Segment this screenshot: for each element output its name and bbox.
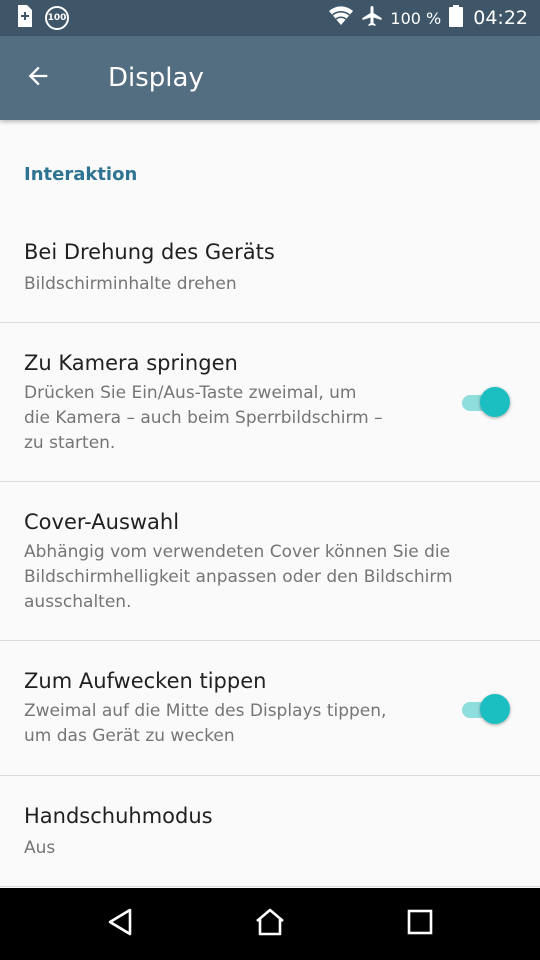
sim-plus-icon: [16, 5, 32, 31]
pref-item-tap-to-wake[interactable]: Zum Aufwecken tippen Zweimal auf die Mit…: [0, 641, 540, 775]
status-right-icons: 100 % 04:22: [328, 0, 528, 36]
pref-summary-line: die Kamera – auch beim Sperrbildschirm –: [24, 408, 383, 428]
pref-summary-line: Bildschirmhelligkeit anpassen oder den B…: [24, 567, 453, 587]
pref-title: Zu Kamera springen: [24, 351, 238, 375]
divider: [0, 886, 540, 887]
battery-100-badge-icon: 100: [44, 5, 70, 31]
pref-item-rotation[interactable]: Bei Drehung des Geräts Bildschirminhalte…: [0, 212, 540, 322]
navigation-bar: [0, 888, 540, 960]
pref-summary: Drücken Sie Ein/Aus-Taste zweimal, um di…: [24, 381, 434, 456]
battery-percent-text: 100 %: [390, 8, 442, 28]
arrow-back-icon: [24, 62, 52, 94]
status-left-icons: 100: [16, 5, 70, 31]
wifi-icon: [328, 6, 354, 30]
back-button[interactable]: [16, 56, 60, 100]
pref-item-glove-mode[interactable]: Handschuhmodus Aus: [0, 776, 540, 886]
status-bar: 100 100 % 04:22: [0, 0, 540, 36]
pref-item-jump-to-camera[interactable]: Zu Kamera springen Drücken Sie Ein/Aus-T…: [0, 323, 540, 481]
switch-thumb: [480, 387, 510, 417]
pref-item-cover-selection[interactable]: Cover-Auswahl Abhängig vom verwendeten C…: [0, 482, 540, 640]
tap-to-wake-toggle-switch[interactable]: [460, 693, 512, 725]
pref-summary: Aus: [24, 838, 56, 858]
section-header-interaktion: Interaktion: [24, 164, 138, 185]
app-toolbar: Display: [0, 36, 540, 120]
pref-summary-line: Drücken Sie Ein/Aus-Taste zweimal, um: [24, 383, 357, 403]
status-time: 04:22: [473, 7, 528, 29]
switch-thumb: [480, 694, 510, 724]
pref-summary-line: zu starten.: [24, 433, 116, 453]
pref-title: Handschuhmodus: [24, 804, 213, 828]
badge-text: 100: [47, 13, 67, 23]
airplane-mode-icon: [360, 4, 384, 32]
pref-summary: Abhängig vom verwendeten Cover können Si…: [24, 540, 524, 615]
battery-full-icon: [449, 5, 464, 31]
nav-back-button[interactable]: [90, 900, 150, 948]
pref-summary-line: ausschalten.: [24, 592, 132, 612]
recents-square-icon: [407, 909, 433, 939]
pref-title: Cover-Auswahl: [24, 510, 180, 534]
settings-list: Interaktion Bei Drehung des Geräts Bilds…: [0, 120, 540, 888]
home-icon: [254, 907, 286, 941]
nav-home-button[interactable]: [240, 900, 300, 948]
pref-title: Bei Drehung des Geräts: [24, 240, 275, 264]
pref-summary: Bildschirminhalte drehen: [24, 274, 237, 294]
page-title: Display: [108, 63, 204, 93]
pref-summary-line: um das Gerät zu wecken: [24, 726, 235, 746]
pref-title: Zum Aufwecken tippen: [24, 669, 267, 693]
camera-toggle-switch[interactable]: [460, 386, 512, 418]
nav-recents-button[interactable]: [390, 900, 450, 948]
pref-summary: Zweimal auf die Mitte des Displays tippe…: [24, 699, 434, 749]
pref-summary-line: Abhängig vom verwendeten Cover können Si…: [24, 542, 451, 562]
back-triangle-icon: [106, 907, 134, 941]
settings-screen: 100 100 % 04:22 Display Interaktion Bei …: [0, 0, 540, 960]
pref-summary-line: Zweimal auf die Mitte des Displays tippe…: [24, 701, 387, 721]
